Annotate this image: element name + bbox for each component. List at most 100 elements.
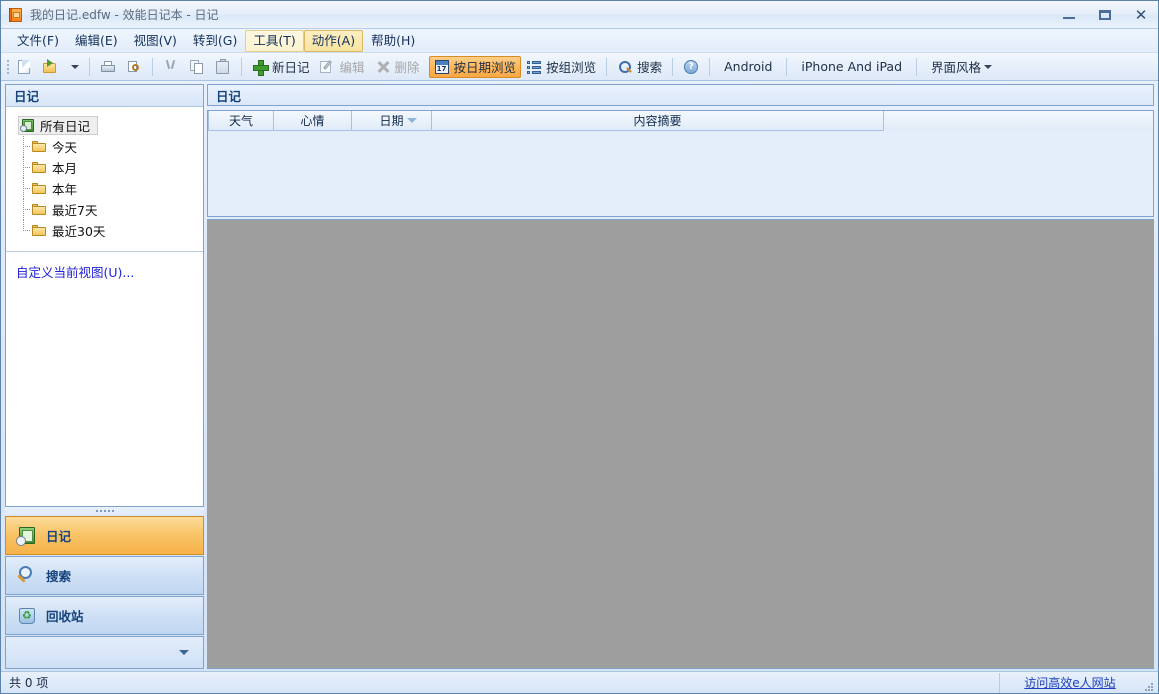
iphone-ipad-button[interactable]: iPhone And iPad [792,56,911,78]
recycle-bin-icon: ♻ [16,605,38,627]
menu-edit[interactable]: 编辑(E) [67,30,126,52]
tree-item-last-30-days[interactable]: 最近30天 [6,220,203,241]
main-header: 日记 [207,84,1154,106]
chevron-down-icon [984,65,992,69]
toolbar-separator [916,58,917,76]
search-label: 搜索 [637,57,662,76]
diary-list-rows[interactable] [208,131,1153,216]
folder-icon [32,181,47,196]
sidebar-nav-label: 日记 [46,526,71,545]
folder-icon [32,139,47,154]
sidebar-nav-search[interactable]: 搜索 [5,556,204,595]
sidebar-splitter[interactable] [5,507,204,515]
close-button[interactable]: ✕ [1130,5,1152,25]
status-count: 共 0 项 [1,673,1000,693]
diary-book-icon [16,525,38,547]
app-window: 我的日记.edfw - 效能日记本 - 日记 ✕ 文件(F) 编辑(E) 视图(… [0,0,1159,694]
print-preview-button[interactable] [121,56,147,78]
title-bar: 我的日记.edfw - 效能日记本 - 日记 ✕ [1,1,1158,29]
column-label: 内容摘要 [633,112,681,129]
android-button[interactable]: Android [715,56,781,78]
diary-list-panel: 天气 心情 日期 内容摘要 [207,110,1154,217]
scissors-icon [163,59,179,75]
browse-by-date-button[interactable]: 17 按日期浏览 [429,56,522,78]
menu-help[interactable]: 帮助(H) [363,30,423,52]
menu-goto[interactable]: 转到(G) [185,30,245,52]
plus-icon [252,59,268,75]
calendar-icon: 17 [434,59,450,75]
resize-grip[interactable] [1140,673,1158,693]
menu-file[interactable]: 文件(F) [9,30,67,52]
search-icon [617,59,633,75]
delete-entry-button[interactable]: 删除 [370,56,425,78]
paste-button[interactable] [210,56,236,78]
column-header-mood[interactable]: 心情 [274,111,352,131]
toolbar-separator [152,58,153,76]
cut-button[interactable] [158,56,184,78]
search-button[interactable]: 搜索 [612,56,667,78]
print-button[interactable] [95,56,121,78]
toolbar-separator [89,58,90,76]
sidebar-header: 日记 [6,85,203,107]
menu-bar: 文件(F) 编辑(E) 视图(V) 转到(G) 工具(T) 动作(A) 帮助(H… [1,29,1158,53]
tree-item-last-7-days[interactable]: 最近7天 [6,199,203,220]
tree-item-label: 本月 [52,158,77,177]
group-list-icon [526,59,542,75]
browse-by-date-label: 按日期浏览 [454,57,517,76]
menu-view[interactable]: 视图(V) [126,30,185,52]
sidebar-nav-label: 搜索 [46,566,71,585]
tree-connector [23,178,32,199]
open-folder-icon [42,59,58,75]
tree-item-this-year[interactable]: 本年 [6,178,203,199]
new-entry-label: 新日记 [272,57,310,76]
ui-style-label: 界面风格 [931,57,981,76]
website-link[interactable]: 访问高效e人网站 [1000,673,1140,693]
column-label: 心情 [300,112,324,129]
print-preview-icon [126,59,142,75]
tree-connector [23,199,32,220]
browse-by-group-button[interactable]: 按组浏览 [521,56,601,78]
delete-entry-label: 删除 [395,57,420,76]
browse-by-group-label: 按组浏览 [546,57,596,76]
clipboard-icon [215,59,231,75]
edit-icon [320,59,336,75]
customize-view-link[interactable]: 自定义当前视图(U)... [16,265,134,280]
diary-book-icon [20,118,35,133]
sidebar-panel: 日记 所有日记 今天 [5,84,204,507]
ui-style-button[interactable]: 界面风格 [922,56,1001,78]
diary-preview-panel[interactable] [207,219,1154,669]
navigation-tree: 所有日记 今天 本月 本年 [6,107,203,251]
new-file-button[interactable] [11,56,37,78]
help-button[interactable]: ? [678,56,704,78]
folder-icon [32,160,47,175]
column-header-date[interactable]: 日期 [352,111,432,131]
new-entry-button[interactable]: 新日记 [247,56,315,78]
tree-item-this-month[interactable]: 本月 [6,157,203,178]
help-circle-icon: ? [683,59,699,75]
open-file-dropdown[interactable] [63,56,84,78]
tree-item-label: 所有日记 [40,116,90,135]
menu-actions[interactable]: 动作(A) [304,30,363,52]
menu-tools[interactable]: 工具(T) [245,30,303,52]
toolbar-separator [606,58,607,76]
tree-item-label: 今天 [52,137,77,156]
tree-item-today[interactable]: 今天 [6,136,203,157]
maximize-button[interactable] [1094,5,1116,25]
column-header-summary[interactable]: 内容摘要 [432,111,884,131]
copy-button[interactable] [184,56,210,78]
toolbar-grip[interactable] [4,58,11,76]
sidebar-nav-label: 回收站 [46,606,84,625]
open-file-button[interactable] [37,56,63,78]
body-area: 日记 所有日记 今天 [1,81,1158,669]
sidebar-nav-recycle-bin[interactable]: ♻ 回收站 [5,596,204,635]
window-title: 我的日记.edfw - 效能日记本 - 日记 [30,6,219,23]
tree-item-all-diaries[interactable]: 所有日记 [6,115,203,136]
window-controls: ✕ [1058,1,1152,29]
minimize-button[interactable] [1058,5,1080,25]
column-header-weather[interactable]: 天气 [208,111,274,131]
sidebar-nav-diary[interactable]: 日记 [5,516,204,555]
tree-item-label: 本年 [52,179,77,198]
sidebar-nav-more[interactable] [5,636,204,669]
edit-entry-button[interactable]: 编辑 [315,56,370,78]
column-label: 日期 [379,112,403,129]
